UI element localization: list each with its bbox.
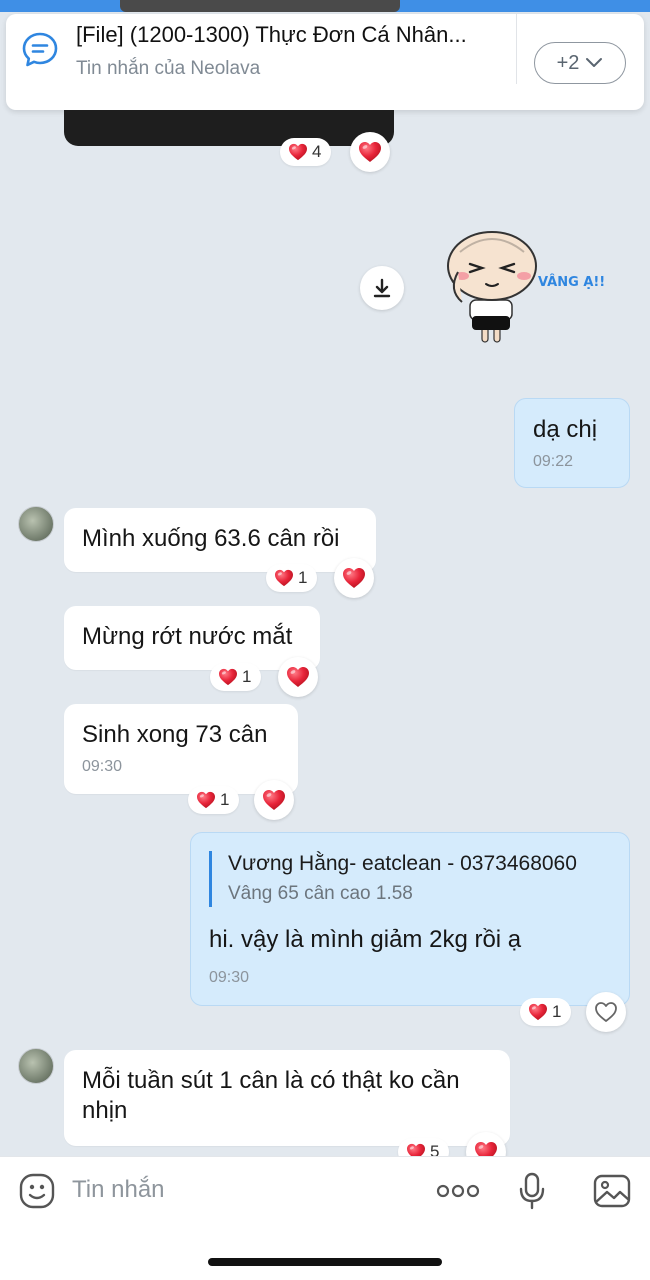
incoming-message[interactable]: Mình xuống 63.6 cân rồi xyxy=(64,508,376,572)
microphone-icon[interactable] xyxy=(518,1172,546,1215)
pinned-more-button[interactable]: +2 xyxy=(534,42,626,84)
reaction-count: 1 xyxy=(552,1002,562,1021)
heart-icon xyxy=(288,143,308,161)
outgoing-message[interactable]: dạ chị 09:22 xyxy=(514,398,630,488)
chat-bubble-icon xyxy=(20,30,60,70)
heart-icon xyxy=(286,666,310,688)
react-button[interactable] xyxy=(586,992,626,1032)
reaction-count: 4 xyxy=(312,142,322,161)
react-button[interactable] xyxy=(334,558,374,598)
outgoing-reply-message[interactable]: Vương Hằng- eatclean - 0373468060 Vâng 6… xyxy=(190,832,630,1006)
reaction-summary[interactable]: 4 xyxy=(280,138,332,166)
reaction-count: 1 xyxy=(242,667,252,686)
reaction-count: 1 xyxy=(220,790,230,809)
reaction-count: 1 xyxy=(298,568,308,587)
sticker-caption: VÂNG Ạ!! xyxy=(538,274,605,290)
sticker-message[interactable]: VÂNG Ạ!! xyxy=(440,230,620,350)
pinned-divider xyxy=(516,14,517,84)
emoji-icon[interactable] xyxy=(18,1172,56,1215)
message-text: Mình xuống 63.6 cân rồi xyxy=(82,525,340,552)
pinned-title: [File] (1200-1300) Thực Đơn Cá Nhân... xyxy=(76,22,467,47)
incoming-message[interactable]: Mỗi tuần sút 1 cân là có thật ko cần nhị… xyxy=(64,1050,510,1146)
heart-icon xyxy=(358,141,382,163)
quoted-sender: Vương Hằng- eatclean - 0373468060 xyxy=(228,852,577,875)
more-options-icon[interactable] xyxy=(436,1182,480,1205)
incoming-message[interactable]: Mừng rớt nước mắt xyxy=(64,606,320,670)
quoted-message[interactable]: Vương Hằng- eatclean - 0373468060 Vâng 6… xyxy=(209,851,611,907)
pinned-more-label: +2 xyxy=(556,51,580,74)
incoming-message[interactable]: Sinh xong 73 cân 09:30 xyxy=(64,704,298,794)
react-button[interactable] xyxy=(278,657,318,697)
message-text: Mỗi tuần sút 1 cân là có thật ko cần nhị… xyxy=(82,1067,460,1124)
sticker-character-image: VÂNG Ạ!! xyxy=(447,231,605,343)
message-time: 09:22 xyxy=(533,453,574,470)
heart-icon xyxy=(274,569,294,587)
reaction-summary[interactable]: 1 xyxy=(210,663,262,691)
react-button[interactable] xyxy=(350,132,390,172)
message-text: Sinh xong 73 cân xyxy=(82,721,268,748)
pinned-subtitle: Tin nhắn của Neolava xyxy=(76,58,261,79)
heart-outline-icon xyxy=(595,1002,617,1022)
avatar[interactable] xyxy=(18,1048,54,1084)
heart-icon xyxy=(528,1003,548,1021)
heart-icon xyxy=(196,791,216,809)
photo-message[interactable] xyxy=(64,110,394,146)
message-input[interactable]: Tin nhắn xyxy=(72,1176,165,1204)
message-time: 09:30 xyxy=(82,758,123,775)
image-icon[interactable] xyxy=(592,1172,632,1215)
download-button[interactable] xyxy=(360,266,404,310)
previous-image-edge xyxy=(120,0,400,12)
home-indicator xyxy=(208,1258,442,1266)
reaction-summary[interactable]: 1 xyxy=(266,564,318,592)
reaction-summary[interactable]: 1 xyxy=(520,998,572,1026)
react-button[interactable] xyxy=(254,780,294,820)
message-time: 09:30 xyxy=(209,969,250,986)
heart-icon xyxy=(262,789,286,811)
quoted-text: Vâng 65 cân cao 1.58 xyxy=(228,883,413,904)
chevron-down-icon xyxy=(586,58,603,67)
download-icon xyxy=(373,278,391,298)
message-text: Mừng rớt nước mắt xyxy=(82,623,293,650)
heart-icon xyxy=(342,567,366,589)
heart-icon xyxy=(218,668,238,686)
message-text: hi. vậy là mình giảm 2kg rồi ạ xyxy=(209,926,522,953)
avatar[interactable] xyxy=(18,506,54,542)
reaction-summary[interactable]: 1 xyxy=(188,786,240,814)
message-text: dạ chị xyxy=(533,416,598,443)
